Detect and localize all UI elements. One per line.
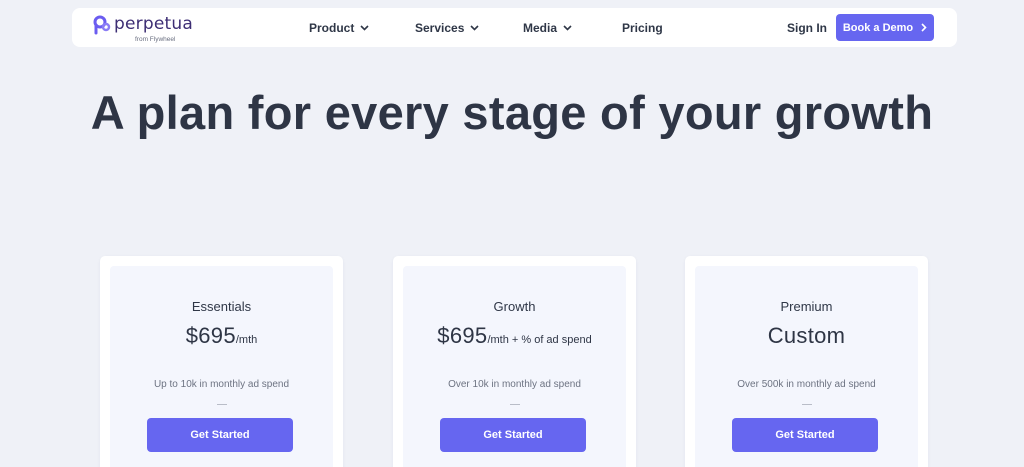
price-suffix: /mth bbox=[235, 334, 258, 346]
page-title: A plan for every stage of your growth bbox=[90, 86, 934, 139]
brand-tagline: from Flywheel bbox=[135, 36, 176, 43]
divider bbox=[509, 404, 520, 405]
chevron-down-icon bbox=[360, 25, 369, 31]
chevron-down-icon bbox=[563, 25, 572, 31]
nav-services[interactable]: Services bbox=[415, 19, 479, 37]
plan-card-essentials: Essentials $695/mth Up to 10k in monthly… bbox=[100, 256, 343, 467]
plan-card-premium: Premium Custom Over 500k in monthly ad s… bbox=[685, 256, 928, 467]
plan-spend-description: Over 500k in monthly ad spend bbox=[737, 379, 876, 390]
nav-product-label: Product bbox=[309, 21, 355, 35]
perpetua-logo-icon bbox=[93, 15, 111, 35]
plan-card-body: Growth $695/mth + % of ad spend Over 10k… bbox=[403, 266, 626, 467]
sign-in-link[interactable]: Sign In bbox=[787, 19, 827, 37]
nav-media[interactable]: Media bbox=[523, 19, 572, 37]
divider bbox=[216, 404, 227, 405]
nav-media-label: Media bbox=[523, 21, 558, 35]
plan-spend-description: Up to 10k in monthly ad spend bbox=[153, 379, 290, 390]
plan-name: Essentials bbox=[191, 299, 252, 314]
plan-card-growth: Growth $695/mth + % of ad spend Over 10k… bbox=[393, 256, 636, 467]
plan-price: $695/mth + % of ad spend bbox=[403, 323, 626, 349]
get-started-button[interactable]: Get Started bbox=[440, 418, 586, 452]
price-amount: $695 bbox=[185, 323, 236, 348]
nav-pricing-label: Pricing bbox=[622, 21, 663, 35]
get-started-button[interactable]: Get Started bbox=[732, 418, 878, 452]
nav-services-label: Services bbox=[415, 21, 465, 35]
book-demo-label: Book a Demo bbox=[842, 21, 914, 34]
price-suffix: /mth + % of ad spend bbox=[487, 334, 592, 346]
book-demo-button[interactable]: Book a Demo bbox=[836, 14, 934, 41]
get-started-button[interactable]: Get Started bbox=[147, 418, 293, 452]
chevron-down-icon bbox=[470, 25, 479, 31]
plan-spend-description: Over 10k in monthly ad spend bbox=[448, 379, 581, 390]
sign-in-label: Sign In bbox=[787, 21, 827, 35]
plan-price: $695/mth bbox=[110, 323, 333, 349]
price-amount: Custom bbox=[767, 323, 846, 348]
divider bbox=[801, 404, 812, 405]
brand-name: perpetua bbox=[114, 14, 193, 34]
plan-card-body: Essentials $695/mth Up to 10k in monthly… bbox=[110, 266, 333, 467]
price-amount: $695 bbox=[437, 323, 488, 348]
brand-logo[interactable]: perpetua from Flywheel bbox=[92, 14, 193, 43]
plan-name: Premium bbox=[780, 299, 833, 314]
top-navbar: perpetua from Flywheel Product Services … bbox=[72, 8, 957, 47]
nav-pricing[interactable]: Pricing bbox=[622, 19, 663, 37]
plan-card-body: Premium Custom Over 500k in monthly ad s… bbox=[695, 266, 918, 467]
chevron-right-icon bbox=[921, 23, 927, 32]
nav-product[interactable]: Product bbox=[309, 19, 369, 37]
plan-price: Custom bbox=[695, 323, 918, 349]
plan-name: Growth bbox=[493, 299, 536, 314]
